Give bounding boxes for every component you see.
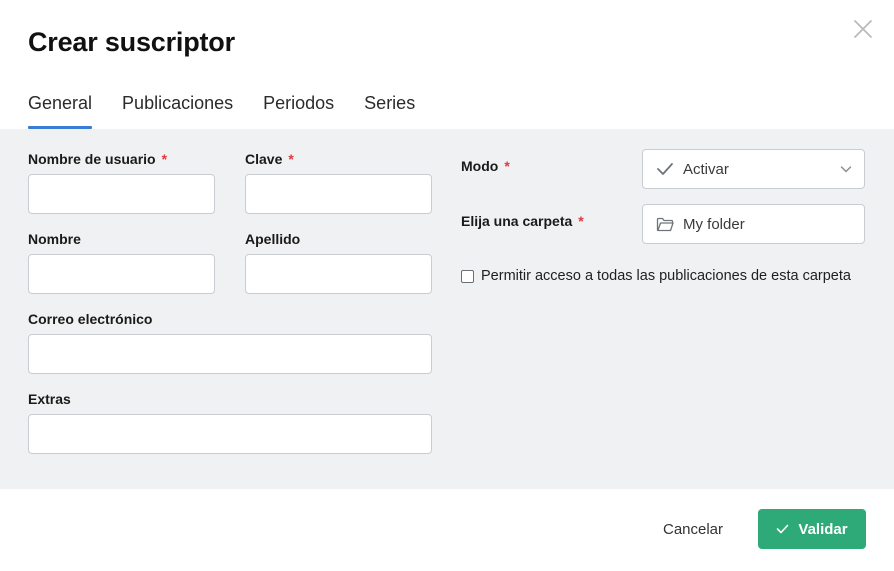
create-subscriber-dialog: Crear suscriptor General Publicaciones P… <box>0 0 894 571</box>
dialog-title: Crear suscriptor <box>28 27 235 57</box>
chevron-down-icon <box>840 166 852 173</box>
check-icon <box>777 524 789 534</box>
required-mark: * <box>504 158 510 174</box>
lastname-label: Apellido <box>245 231 301 247</box>
check-icon <box>657 163 673 175</box>
close-button[interactable] <box>851 17 875 41</box>
tab-general[interactable]: General <box>28 88 93 129</box>
required-mark: * <box>288 151 294 167</box>
mode-select-value: Activar <box>683 160 729 178</box>
mode-select[interactable]: Activar <box>642 149 865 189</box>
access-all-publications-label: Permitir acceso a todas las publicacione… <box>481 268 851 284</box>
extras-input[interactable] <box>28 414 432 454</box>
username-input[interactable] <box>28 174 215 214</box>
firstname-input[interactable] <box>28 254 215 294</box>
access-all-publications-option[interactable]: Permitir acceso a todas las publicacione… <box>461 268 851 284</box>
extras-label: Extras <box>28 391 71 407</box>
tab-bar: General Publicaciones Periodos Series <box>28 88 445 129</box>
firstname-label: Nombre <box>28 231 81 247</box>
folder-picker-value: My folder <box>683 215 745 233</box>
cancel-button[interactable]: Cancelar <box>660 510 726 548</box>
email-input[interactable] <box>28 334 432 374</box>
tab-series[interactable]: Series <box>364 88 415 129</box>
email-label: Correo electrónico <box>28 311 153 327</box>
username-label: Nombre de usuario * <box>28 151 168 167</box>
mode-label: Modo * <box>461 158 510 174</box>
required-mark: * <box>161 151 168 167</box>
tab-periodos[interactable]: Periodos <box>263 88 334 129</box>
close-icon <box>854 20 872 38</box>
folder-icon <box>656 217 674 231</box>
folder-label: Elija una carpeta * <box>461 213 584 229</box>
lastname-input[interactable] <box>245 254 432 294</box>
password-input[interactable] <box>245 174 432 214</box>
access-all-publications-checkbox[interactable] <box>461 269 474 283</box>
required-mark: * <box>578 213 584 229</box>
password-label: Clave * <box>245 151 294 167</box>
validate-button[interactable]: Validar <box>758 509 866 549</box>
folder-picker[interactable]: My folder <box>642 204 865 244</box>
tab-publicaciones[interactable]: Publicaciones <box>122 88 233 129</box>
validate-button-label: Validar <box>798 520 848 538</box>
